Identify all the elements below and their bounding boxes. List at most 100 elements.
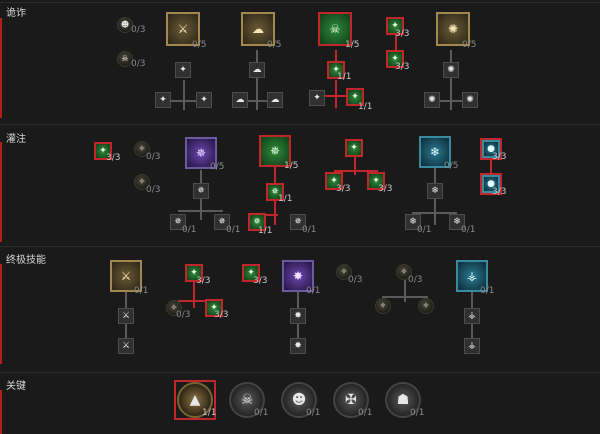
rank-label: 0/3 — [408, 275, 423, 285]
upgrade-icon: ✵ — [174, 216, 182, 227]
upgrade-node[interactable]: ⚶ — [464, 338, 480, 354]
upgrade-icon: ❄ — [431, 185, 439, 196]
upgrade-node[interactable]: ✺ — [424, 92, 440, 108]
rank-label: 0/1 — [410, 408, 425, 418]
section-progress-bar — [0, 390, 2, 434]
rank-label: 0/1 — [134, 286, 149, 296]
section-progress-bar — [0, 264, 2, 364]
trap-icon: ⚔ — [177, 22, 189, 36]
rank-label: 0/5 — [267, 40, 282, 50]
rank-label: 3/3 — [378, 184, 393, 194]
upgrade-node[interactable]: ✸ — [290, 308, 306, 324]
upgrade-node[interactable]: ✦ — [155, 92, 171, 108]
upgrade-icon: ☁ — [270, 94, 280, 105]
upgrade-icon: ⚔ — [121, 340, 131, 351]
rank-label: 3/3 — [492, 152, 507, 162]
upgrade-icon: ✵ — [294, 216, 302, 227]
skull-icon: ☠ — [121, 54, 129, 63]
upgrade-node[interactable]: ☁ — [249, 62, 265, 78]
passive-icon: ✦ — [350, 142, 358, 153]
rank-label: 1/1 — [202, 408, 217, 418]
rank-label: 0/1 — [417, 225, 432, 235]
upgrade-icon: ✦ — [200, 94, 208, 105]
poison-skull-icon: ☠ — [329, 22, 341, 36]
rank-label: 1/5 — [284, 161, 299, 171]
passive-icon: ✧ — [138, 144, 146, 153]
passive-node-round[interactable]: ✧ — [418, 298, 434, 314]
upgrade-icon: ✺ — [466, 94, 474, 105]
section-divider — [0, 124, 600, 125]
upgrade-icon: ☁ — [252, 64, 262, 75]
upgrade-node[interactable]: ✦ — [175, 62, 191, 78]
upgrade-node[interactable]: ✦ — [309, 90, 325, 106]
upgrade-icon: ❄ — [409, 216, 417, 227]
upgrade-icon: ☁ — [235, 94, 245, 105]
rank-label: 0/1 — [226, 225, 241, 235]
section-title-imbuement: 灌注 — [6, 134, 26, 145]
upgrade-icon: ✵ — [197, 185, 205, 196]
section-divider — [0, 372, 600, 373]
rank-label: 0/1 — [254, 408, 269, 418]
upgrade-node[interactable]: ✦ — [196, 92, 212, 108]
upgrade-node[interactable]: ✺ — [462, 92, 478, 108]
rank-label: 1/1 — [337, 72, 352, 82]
rank-label: 0/3 — [146, 185, 161, 195]
rank-label: 1/5 — [345, 40, 360, 50]
upgrade-node[interactable]: ☁ — [232, 92, 248, 108]
passive-icon: ✧ — [340, 267, 348, 276]
passive-icon: ✧ — [138, 177, 146, 186]
mask-icon: ☻ — [120, 20, 130, 29]
rank-label: 3/3 — [214, 310, 229, 320]
crossed-skulls-icon: ✠ — [345, 392, 357, 408]
shadow-imbue-icon: ✵ — [195, 146, 207, 160]
rank-label: 0/5 — [192, 40, 207, 50]
rank-label: 0/5 — [444, 161, 459, 171]
rain-of-arrows-icon: ✸ — [292, 269, 304, 283]
rank-label: 3/3 — [395, 29, 410, 39]
upgrade-node[interactable]: ☁ — [267, 92, 283, 108]
section-title-trickery: 诡诈 — [6, 8, 26, 19]
rank-label: 0/1 — [358, 408, 373, 418]
upgrade-node[interactable]: ⚔ — [118, 308, 134, 324]
rank-label: 0/1 — [306, 286, 321, 296]
rank-label: 3/3 — [395, 62, 410, 72]
upgrade-icon: ✸ — [294, 310, 302, 321]
death-trap-icon: ⚶ — [466, 269, 478, 283]
upgrade-icon: ✸ — [294, 340, 302, 351]
passive-icon: ✧ — [422, 301, 430, 310]
rank-label: 0/1 — [461, 225, 476, 235]
rank-label: 3/3 — [106, 153, 121, 163]
poison-imbue-icon: ✵ — [269, 144, 281, 158]
section-title-ultimate: 终极技能 — [6, 255, 46, 266]
upgrade-icon: ✦ — [313, 92, 321, 103]
passive-icon: ✧ — [379, 301, 387, 310]
rank-label: 0/3 — [348, 275, 363, 285]
upgrade-icon: ✦ — [351, 91, 359, 102]
upgrade-node[interactable]: ❄ — [427, 183, 443, 199]
rank-label: 1/1 — [278, 194, 293, 204]
section-divider — [0, 2, 600, 3]
rank-label: 0/1 — [302, 225, 317, 235]
passive-node-round[interactable]: ✧ — [375, 298, 391, 314]
precision-icon: ▲ — [189, 392, 201, 408]
section-progress-bar — [0, 18, 2, 118]
upgrade-node[interactable]: ✺ — [443, 62, 459, 78]
rank-label: 0/5 — [462, 40, 477, 50]
upgrade-node[interactable]: ⚶ — [464, 308, 480, 324]
upgrade-icon: ✺ — [428, 94, 436, 105]
upgrade-icon: ✦ — [179, 64, 187, 75]
upgrade-node[interactable]: ✵ — [193, 183, 209, 199]
rank-label: 1/1 — [258, 226, 273, 236]
rank-label: 3/3 — [336, 184, 351, 194]
rank-label: 0/5 — [210, 162, 225, 172]
upgrade-icon: ⚔ — [121, 310, 131, 321]
rank-label: 1/1 — [358, 102, 373, 112]
rank-label: 3/3 — [196, 276, 211, 286]
rank-label: 0/1 — [182, 225, 197, 235]
rank-label: 0/3 — [176, 310, 191, 320]
upgrade-icon: ✵ — [218, 216, 226, 227]
passive-node-active[interactable]: ✦ — [345, 139, 363, 157]
upgrade-icon: ✦ — [159, 94, 167, 105]
upgrade-node[interactable]: ⚔ — [118, 338, 134, 354]
upgrade-node[interactable]: ✸ — [290, 338, 306, 354]
